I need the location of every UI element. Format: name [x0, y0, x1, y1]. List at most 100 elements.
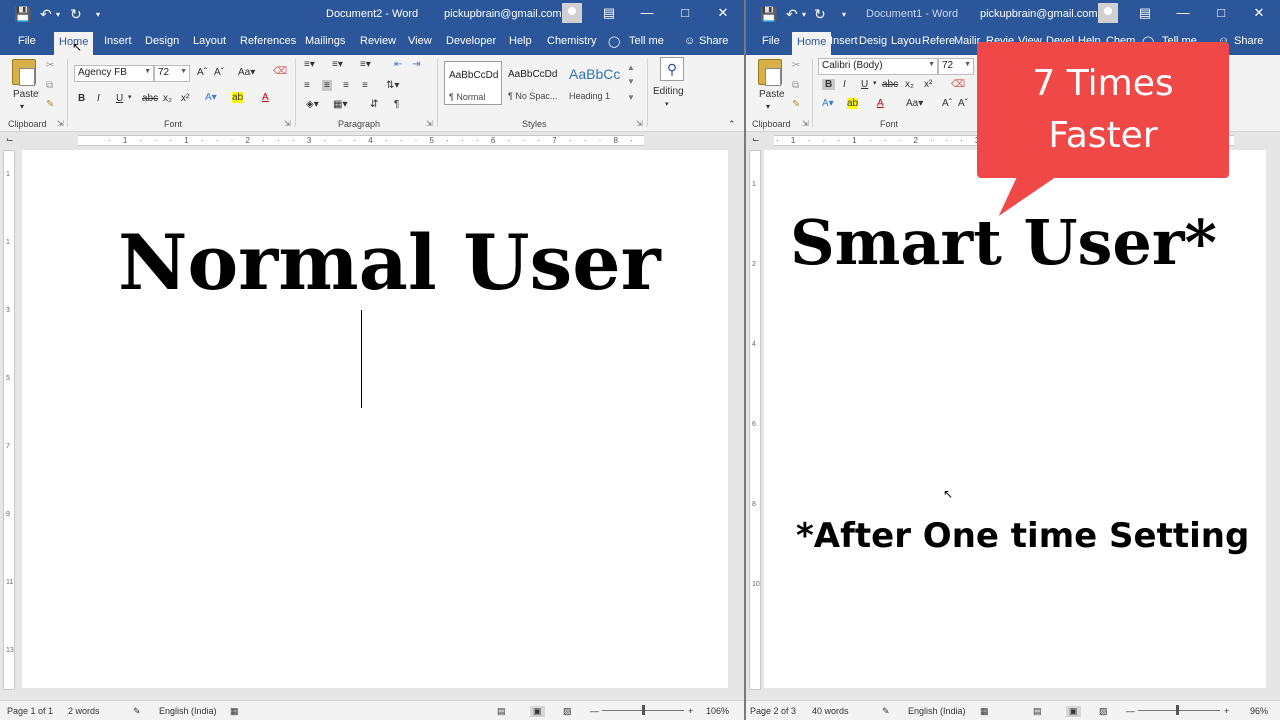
superscript-icon[interactable]: x²: [181, 93, 189, 104]
shrink-font-icon[interactable]: Aˇ: [958, 98, 968, 109]
editing-button[interactable]: Editing: [653, 86, 684, 97]
macro-icon[interactable]: ▦: [980, 706, 989, 717]
change-case-icon[interactable]: Aa▾: [906, 98, 923, 109]
zoom-slider[interactable]: [1138, 710, 1220, 711]
editing-dropdown-icon[interactable]: ▾: [665, 100, 669, 108]
zoom-out-icon[interactable]: —: [1126, 706, 1135, 716]
shrink-font-icon[interactable]: Aˇ: [214, 67, 224, 78]
account-email[interactable]: pickupbrain@gmail.com: [444, 8, 562, 20]
tab-developer[interactable]: Developer: [446, 35, 496, 47]
highlight-icon[interactable]: ab: [232, 92, 244, 103]
underline-icon[interactable]: U: [116, 93, 123, 104]
print-layout-icon[interactable]: ▣: [530, 706, 545, 717]
word-count[interactable]: 40 words: [812, 706, 849, 716]
paste-button-label[interactable]: Paste: [759, 89, 785, 100]
zoom-in-icon[interactable]: +: [688, 706, 693, 716]
undo-icon[interactable]: ↶: [786, 0, 798, 29]
language-indicator[interactable]: English (India): [908, 706, 966, 716]
tab-selector-icon[interactable]: ⌙: [752, 134, 760, 145]
undo-dropdown-icon[interactable]: ▾: [56, 0, 60, 29]
styles-launcher-icon[interactable]: ⇲: [636, 119, 643, 128]
tab-review[interactable]: Review: [360, 35, 396, 47]
share-button[interactable]: Share: [1234, 35, 1263, 47]
customize-qat-icon[interactable]: ▾: [96, 0, 100, 29]
styles-more-icon[interactable]: ▼: [627, 93, 635, 102]
tab-insert[interactable]: Insert: [104, 35, 132, 47]
styles-scroll-down-icon[interactable]: ▼: [627, 77, 635, 86]
tab-file[interactable]: File: [18, 35, 36, 47]
paste-dropdown-icon[interactable]: ▾: [20, 102, 24, 111]
increase-indent-icon[interactable]: ⇥: [412, 59, 420, 70]
zoom-slider-thumb[interactable]: [642, 705, 645, 715]
proofing-icon[interactable]: ✎: [882, 706, 890, 717]
search-icon[interactable]: ⚲: [660, 57, 684, 81]
ribbon-display-icon[interactable]: ▤: [1136, 5, 1154, 21]
bold-icon[interactable]: B: [78, 93, 85, 104]
underline-icon[interactable]: U: [861, 79, 868, 90]
grow-font-icon[interactable]: Aˆ: [942, 98, 952, 109]
tell-me-search[interactable]: Tell me: [629, 35, 664, 47]
web-layout-icon[interactable]: ▧: [563, 706, 572, 717]
collapse-ribbon-icon[interactable]: ⌃: [728, 119, 736, 130]
maximize-icon[interactable]: □: [676, 5, 694, 20]
paste-icon[interactable]: [758, 59, 782, 86]
grow-font-icon[interactable]: Aˆ: [197, 67, 207, 78]
tab-mailings[interactable]: Mailings: [305, 35, 345, 47]
document-page[interactable]: Smart User* *After One time Setting: [764, 150, 1266, 688]
paste-button-label[interactable]: Paste: [13, 89, 39, 100]
read-mode-icon[interactable]: ▤: [497, 706, 506, 717]
macro-icon[interactable]: ▦: [230, 706, 239, 717]
cut-icon[interactable]: ✂: [792, 60, 800, 71]
undo-dropdown-icon[interactable]: ▾: [802, 0, 806, 29]
clipboard-launcher-icon[interactable]: ⇲: [802, 119, 809, 128]
zoom-out-icon[interactable]: —: [590, 706, 599, 716]
format-painter-icon[interactable]: ✎: [792, 99, 800, 110]
borders-icon[interactable]: ▦▾: [333, 99, 347, 110]
customize-qat-icon[interactable]: ▾: [842, 0, 846, 29]
minimize-icon[interactable]: —: [1174, 5, 1192, 20]
close-icon[interactable]: ✕: [714, 5, 732, 21]
redo-icon[interactable]: ↻: [814, 0, 826, 29]
zoom-level[interactable]: 96%: [1250, 706, 1268, 716]
italic-icon[interactable]: I: [97, 93, 100, 104]
tab-insert[interactable]: Insert: [830, 35, 858, 47]
page-count[interactable]: Page 2 of 3: [750, 706, 796, 716]
avatar[interactable]: [562, 3, 582, 23]
paste-dropdown-icon[interactable]: ▾: [766, 102, 770, 111]
format-painter-icon[interactable]: ✎: [46, 99, 54, 110]
clipboard-launcher-icon[interactable]: ⇲: [57, 119, 64, 128]
styles-scroll-up-icon[interactable]: ▲: [627, 63, 635, 72]
tab-references[interactable]: References: [240, 35, 296, 47]
font-name-combo[interactable]: Calibri (Body) ▼: [818, 58, 938, 75]
print-layout-icon[interactable]: ▣: [1066, 706, 1081, 717]
style-no-spacing[interactable]: AaBbCcDd ¶ No Spac...: [504, 61, 564, 105]
font-size-combo[interactable]: 72 ▼: [938, 58, 974, 75]
paragraph-launcher-icon[interactable]: ⇲: [426, 119, 433, 128]
font-launcher-icon[interactable]: ⇲: [284, 119, 291, 128]
proofing-icon[interactable]: ✎: [133, 706, 141, 717]
change-case-icon[interactable]: Aa▾: [238, 67, 255, 78]
tab-view[interactable]: View: [408, 35, 432, 47]
tab-design[interactable]: Desig: [859, 35, 887, 47]
share-button[interactable]: Share: [699, 35, 728, 47]
read-mode-icon[interactable]: ▤: [1033, 706, 1042, 717]
copy-icon[interactable]: ⧉: [46, 80, 53, 91]
tab-layout[interactable]: Layou: [891, 35, 921, 47]
numbering-icon[interactable]: ≡▾: [332, 59, 343, 70]
cut-icon[interactable]: ✂: [46, 60, 54, 71]
font-color-icon[interactable]: A: [262, 92, 269, 103]
subscript-icon[interactable]: x₂: [163, 93, 172, 104]
minimize-icon[interactable]: —: [638, 5, 656, 20]
tab-home[interactable]: Home: [792, 32, 832, 55]
undo-icon[interactable]: ↶: [40, 0, 52, 29]
font-size-combo[interactable]: 72 ▼: [154, 65, 190, 82]
style-heading-1[interactable]: AaBbCc Heading 1: [565, 61, 623, 105]
sort-icon[interactable]: ⇵: [370, 99, 378, 110]
align-right-icon[interactable]: ≡: [343, 80, 349, 91]
document-page[interactable]: Normal User: [22, 150, 728, 688]
strikethrough-icon[interactable]: abc: [882, 79, 898, 90]
decrease-indent-icon[interactable]: ⇤: [394, 59, 402, 70]
bullets-icon[interactable]: ≡▾: [304, 59, 315, 70]
style-normal[interactable]: AaBbCcDd ¶ Normal: [444, 61, 502, 105]
justify-icon[interactable]: ≡: [362, 80, 368, 91]
